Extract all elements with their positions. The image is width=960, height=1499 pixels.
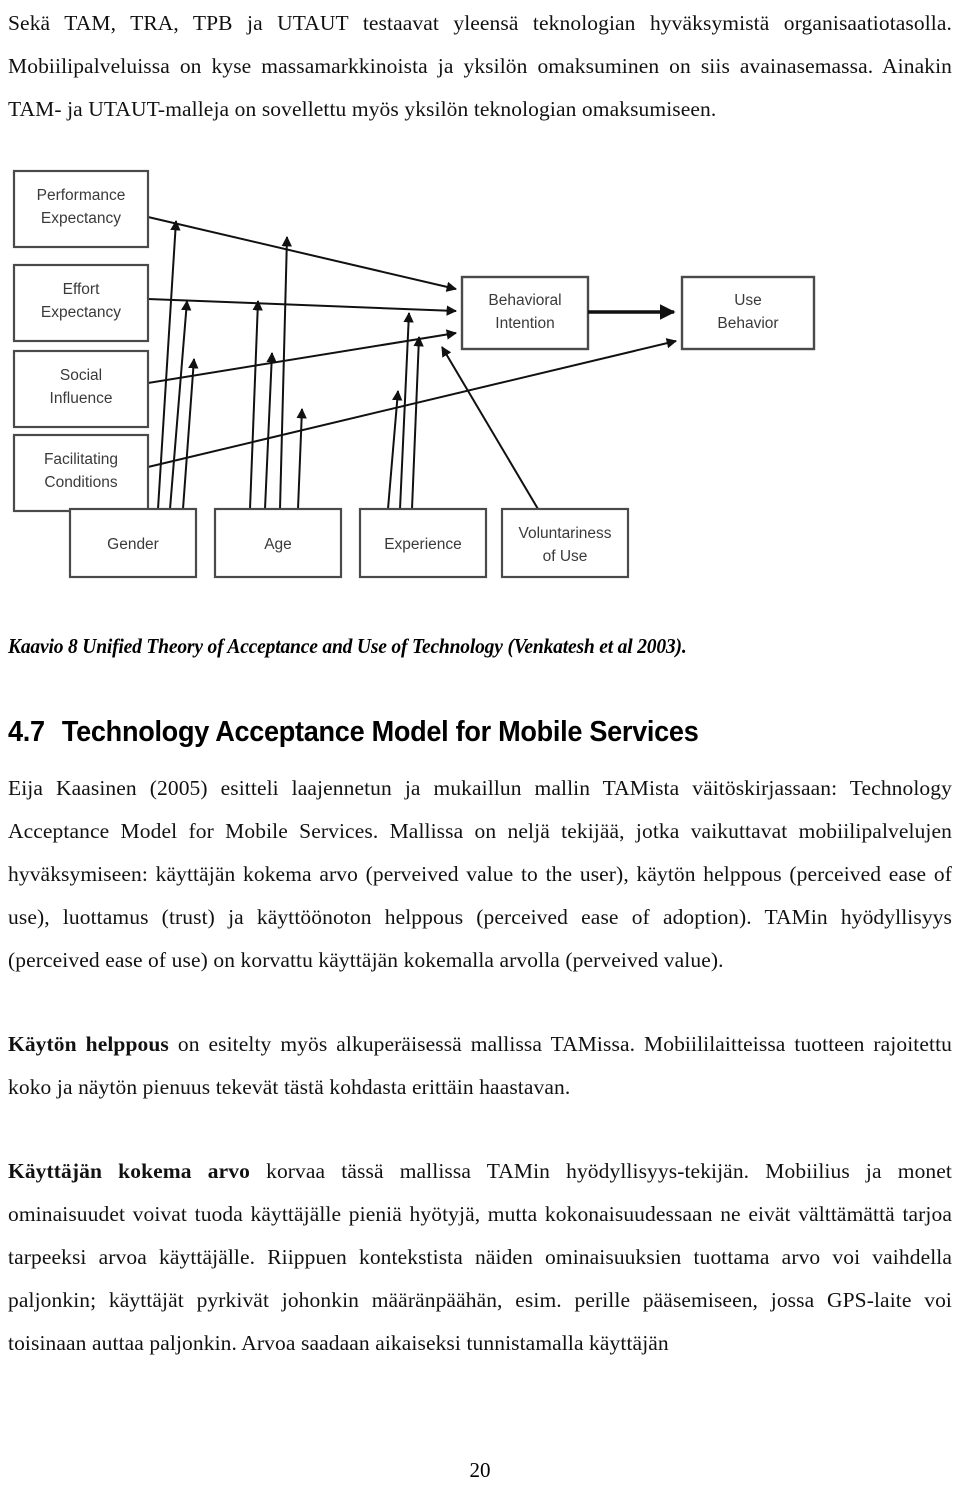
section-title: Technology Acceptance Model for Mobile S…: [61, 716, 699, 748]
body-paragraph-1: Eija Kaasinen (2005) esitteli laajennetu…: [8, 776, 952, 972]
box-effort-expectancy-line1: Effort: [63, 281, 100, 298]
box-age-label: Age: [264, 536, 292, 553]
determinant-links: [147, 216, 678, 468]
body-paragraph-2: Käytön helppous on esitelty myös alkuper…: [8, 1023, 952, 1109]
link-pe-bi: [147, 216, 458, 292]
box-use-behavior-line1: Use: [734, 292, 762, 309]
box-social-influence-line2: Influence: [50, 390, 113, 407]
box-gender: Gender: [68, 507, 198, 579]
page-number: 20: [469, 1458, 491, 1482]
utaut-figure: Performance Expectancy Effort Expectancy…: [10, 169, 838, 631]
utaut-diagram-svg: Performance Expectancy Effort Expectancy…: [12, 169, 816, 579]
determinant-boxes: Performance Expectancy Effort Expectancy…: [12, 169, 150, 513]
box-experience: Experience: [358, 507, 488, 579]
outcome-boxes: Behavioral Intention Use Behavior: [460, 275, 816, 351]
box-voluntariness-line2: of Use: [543, 548, 588, 565]
link-gender-3: [182, 357, 199, 510]
intro-paragraph: Sekä TAM, TRA, TPB ja UTAUT testaavat yl…: [8, 11, 952, 121]
intro-block: Sekä TAM, TRA, TPB ja UTAUT testaavat yl…: [8, 0, 952, 131]
link-ee-bi: [147, 298, 458, 316]
moderator-boxes: Gender Age Experience Voluntariness of U…: [68, 507, 630, 579]
box-voluntariness-of-use: Voluntariness of Use: [500, 507, 630, 579]
document-page: Sekä TAM, TRA, TPB ja UTAUT testaavat yl…: [0, 0, 960, 1499]
link-age-2: [264, 351, 277, 510]
section-heading: 4.7 Technology Acceptance Model for Mobil…: [8, 715, 905, 749]
box-use-behavior-line2: Behavior: [717, 315, 778, 332]
box-behavioral-intention-line1: Behavioral: [488, 292, 561, 309]
section-number: 4.7: [8, 716, 45, 748]
body-paragraph-3-rest: korvaa tässä mallissa TAMin hyödyllisyys…: [8, 1159, 952, 1355]
box-behavioral-intention-line2: Intention: [495, 315, 554, 332]
box-behavioral-intention: Behavioral Intention: [460, 275, 590, 351]
box-social-influence: Social Influence: [12, 349, 150, 429]
box-effort-expectancy: Effort Expectancy: [12, 263, 150, 343]
box-performance-expectancy-line2: Expectancy: [41, 210, 121, 227]
link-si-bi: [147, 329, 458, 384]
body-paragraph-2-lead: Käytön helppous: [8, 1032, 169, 1056]
box-facilitating-conditions: Facilitating Conditions: [12, 433, 150, 513]
body-paragraph-3: Käyttäjän kokema arvo korvaa tässä malli…: [8, 1150, 952, 1365]
link-voluntariness-1: [441, 346, 539, 510]
link-experience-3: [411, 335, 424, 510]
link-fc-ub: [147, 338, 678, 468]
link-age-4: [296, 407, 307, 510]
box-use-behavior: Use Behavior: [680, 275, 816, 351]
box-performance-expectancy-line1: Performance: [37, 187, 126, 204]
box-effort-expectancy-line2: Expectancy: [41, 304, 121, 321]
figure-caption: Kaavio 8 Unified Theory of Acceptance an…: [8, 634, 687, 658]
box-voluntariness-line1: Voluntariness: [518, 525, 611, 542]
link-age-3: [279, 235, 292, 510]
box-social-influence-line1: Social: [60, 367, 102, 384]
box-performance-expectancy: Performance Expectancy: [12, 169, 150, 249]
link-age-1: [249, 299, 263, 510]
box-facilitating-conditions-line2: Conditions: [44, 474, 117, 491]
body-paragraph-3-lead: Käyttäjän kokema arvo: [8, 1159, 250, 1183]
box-gender-label: Gender: [107, 536, 159, 553]
box-facilitating-conditions-line1: Facilitating: [44, 451, 118, 468]
box-age: Age: [213, 507, 343, 579]
box-experience-label: Experience: [384, 536, 462, 553]
